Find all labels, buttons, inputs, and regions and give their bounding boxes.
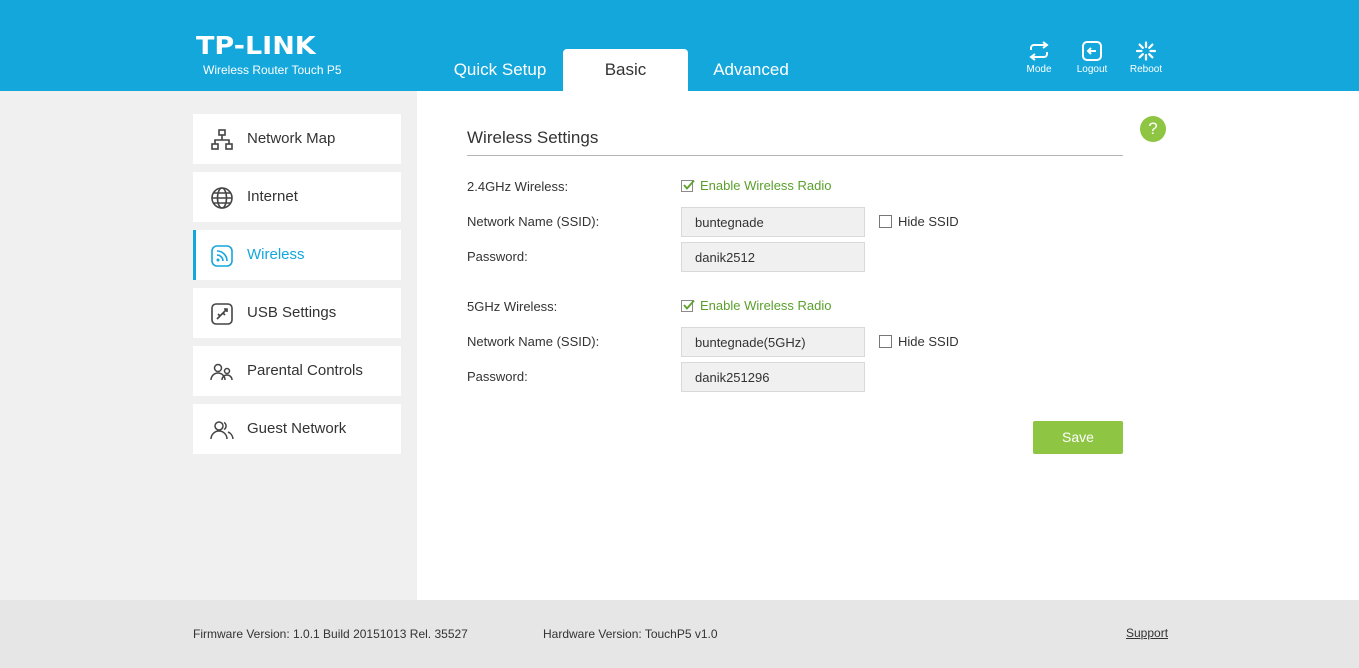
page-title: Wireless Settings <box>467 128 599 147</box>
enable-5ghz-label: Enable Wireless Radio <box>700 298 832 313</box>
sidebar-item-internet[interactable]: Internet <box>193 172 401 222</box>
globe-icon <box>211 187 233 209</box>
save-button[interactable]: Save <box>1033 421 1123 454</box>
sidebar-item-label: Network Map <box>247 130 336 147</box>
tab-quick-setup[interactable]: Quick Setup <box>445 49 555 91</box>
logout-button[interactable]: Logout <box>1067 41 1117 75</box>
password-5-label: Password: <box>467 369 528 384</box>
sidebar-item-label: Guest Network <box>247 420 347 437</box>
sidebar-item-label: Wireless <box>247 246 305 263</box>
reboot-icon <box>1135 41 1157 61</box>
band-5-label: 5GHz Wireless: <box>467 299 558 314</box>
title-divider <box>467 155 1123 156</box>
reboot-label: Reboot <box>1129 64 1163 75</box>
network-map-icon <box>211 129 233 150</box>
sidebar-item-label: Internet <box>247 188 298 205</box>
tab-basic[interactable]: Basic <box>563 49 688 91</box>
ssid-24-label: Network Name (SSID): <box>467 214 600 229</box>
sidebar-item-network-map[interactable]: Network Map <box>193 114 401 164</box>
tab-advanced[interactable]: Advanced <box>700 49 802 91</box>
mode-button[interactable]: Mode <box>1014 41 1064 75</box>
mode-label: Mode <box>1026 64 1052 75</box>
hide-ssid-5-label: Hide SSID <box>898 334 959 349</box>
router-model-name: Wireless Router Touch P5 <box>203 63 342 77</box>
logout-icon <box>1082 41 1102 61</box>
hardware-version: Hardware Version: TouchP5 v1.0 <box>543 627 718 641</box>
logout-label: Logout <box>1076 64 1108 75</box>
ssid-5-label: Network Name (SSID): <box>467 334 600 349</box>
hide-ssid-24-label: Hide SSID <box>898 214 959 229</box>
checkbox-box <box>879 335 892 348</box>
help-icon[interactable]: ? <box>1140 116 1166 142</box>
checkbox-box <box>879 215 892 228</box>
tp-link-logo: TP-LINK <box>196 31 316 60</box>
password-24-label: Password: <box>467 249 528 264</box>
checkmark-icon <box>683 179 695 190</box>
ssid-5-input[interactable] <box>681 327 865 357</box>
mode-arrows-icon <box>1029 41 1049 61</box>
enable-24ghz-label: Enable Wireless Radio <box>700 178 832 193</box>
checkmark-icon <box>683 299 695 310</box>
checkbox-box <box>681 299 695 312</box>
support-link[interactable]: Support <box>1126 626 1168 640</box>
sidebar-item-parental-controls[interactable]: Parental Controls <box>193 346 401 396</box>
wireless-icon <box>211 245 233 267</box>
checkbox-box <box>681 179 695 192</box>
sidebar-item-usb-settings[interactable]: USB Settings <box>193 288 401 338</box>
sidebar-item-label: USB Settings <box>247 304 337 321</box>
ssid-24-input[interactable] <box>681 207 865 237</box>
band-24-label: 2.4GHz Wireless: <box>467 179 569 194</box>
parental-controls-icon <box>210 363 233 381</box>
guest-network-icon <box>210 421 234 440</box>
footer: Firmware Version: 1.0.1 Build 20151013 R… <box>0 600 1359 668</box>
reboot-button[interactable]: Reboot <box>1121 41 1171 75</box>
sidebar-item-wireless[interactable]: Wireless <box>193 230 401 280</box>
sidebar-item-label: Parental Controls <box>247 362 363 379</box>
firmware-version: Firmware Version: 1.0.1 Build 20151013 R… <box>193 627 468 641</box>
usb-icon <box>211 303 233 325</box>
password-24-input[interactable] <box>681 242 865 272</box>
top-header: TP-LINK Wireless Router Touch P5 Quick S… <box>0 0 1359 91</box>
sidebar-item-guest-network[interactable]: Guest Network <box>193 404 401 454</box>
password-5-input[interactable] <box>681 362 865 392</box>
